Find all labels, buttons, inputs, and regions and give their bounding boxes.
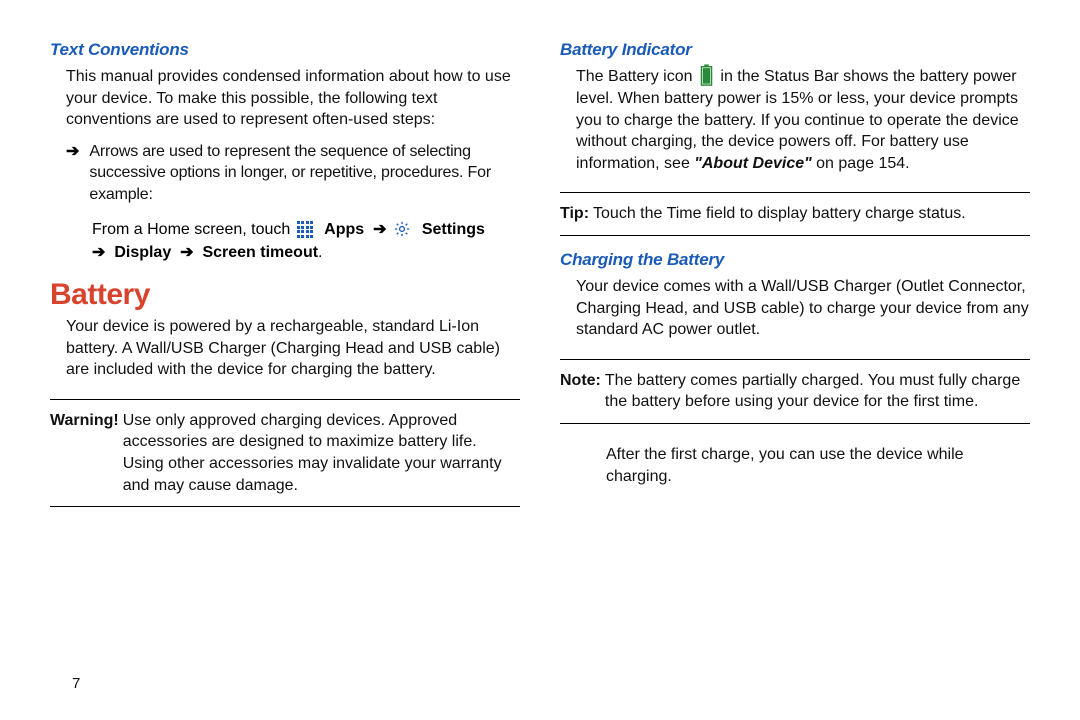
tip-label: Tip: [560,203,589,225]
heading-battery: Battery [50,278,520,312]
apps-icon [297,221,314,238]
battery-icon [700,64,713,86]
heading-text-conventions: Text Conventions [50,40,520,60]
page-number: 7 [72,675,80,692]
para-battery-indicator: The Battery icon in the Status Bar shows… [576,66,1030,174]
divider [50,399,520,400]
para-charging: Your device comes with a Wall/USB Charge… [576,276,1030,341]
nav-timeout-label: Screen timeout [198,244,318,261]
divider [560,359,1030,360]
indicator-text-3: on page 154. [816,155,909,172]
arrow-icon: ➔ [180,244,193,261]
left-column: Text Conventions This manual provides co… [50,40,520,690]
para-text-conventions: This manual provides condensed informati… [66,66,520,131]
bullet-arrows-desc: ➔ Arrows are used to represent the seque… [66,141,520,206]
tip-body: Touch the Time field to display battery … [593,203,1030,225]
indicator-ref: "About Device" [694,155,811,172]
nav-settings-label: Settings [417,221,485,238]
nav-prefix: From a Home screen, touch [92,221,295,238]
warning-body: Use only approved charging devices. Appr… [123,410,520,496]
divider [560,423,1030,424]
para-after-charge: After the first charge, you can use the … [606,444,1030,487]
bullet-text: Arrows are used to represent the sequenc… [89,141,520,206]
settings-icon [393,220,411,238]
heading-charging: Charging the Battery [560,250,1030,270]
indicator-text-1: The Battery icon [576,68,697,85]
divider [50,506,520,507]
arrow-icon: ➔ [92,244,105,261]
nav-apps-label: Apps [320,221,369,238]
manual-page: Text Conventions This manual provides co… [0,0,1080,720]
arrow-icon: ➔ [66,141,79,206]
para-battery: Your device is powered by a rechargeable… [66,316,520,381]
note-body: The battery comes partially charged. You… [605,370,1030,413]
tip-row: Tip: Touch the Time field to display bat… [560,203,1030,225]
nav-display-label: Display [110,244,176,261]
warning-row: Warning! Use only approved charging devi… [50,410,520,496]
right-column: Battery Indicator The Battery icon in th… [560,40,1030,690]
note-row: Note: The battery comes partially charge… [560,370,1030,413]
note-label: Note: [560,370,601,413]
nav-example: From a Home screen, touch Apps ➔ Setting… [92,218,520,264]
divider [560,192,1030,193]
arrow-icon: ➔ [373,221,386,238]
divider [560,235,1030,236]
heading-battery-indicator: Battery Indicator [560,40,1030,60]
warning-label: Warning! [50,410,119,496]
